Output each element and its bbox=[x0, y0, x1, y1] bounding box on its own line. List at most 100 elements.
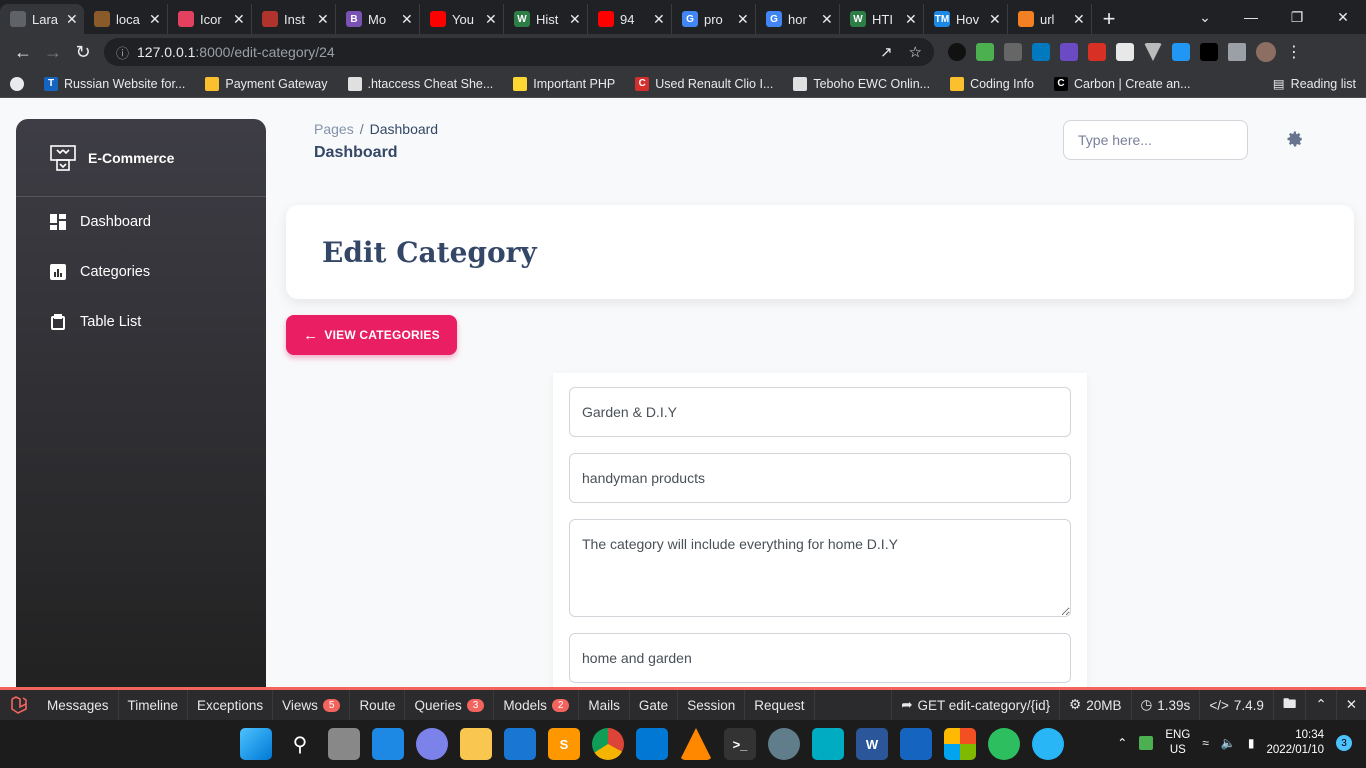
debugbar-route[interactable]: ➦ GET edit-category/{id} bbox=[891, 690, 1059, 720]
browser-tab[interactable]: Gpro ✕ bbox=[672, 4, 756, 34]
apps-icon[interactable] bbox=[10, 76, 24, 91]
vscode-icon[interactable] bbox=[636, 728, 668, 760]
fi-extension-icon[interactable] bbox=[1172, 43, 1190, 61]
debugbar-tab[interactable]: Request bbox=[745, 690, 815, 720]
word-icon[interactable]: W bbox=[856, 728, 888, 760]
tab-close-icon[interactable]: ✕ bbox=[233, 11, 245, 28]
clock[interactable]: 10:34 2022/01/10 bbox=[1266, 728, 1324, 758]
notification-badge[interactable]: 3 bbox=[1336, 735, 1352, 751]
download-extension-icon[interactable] bbox=[976, 43, 994, 61]
defender-icon[interactable] bbox=[900, 728, 932, 760]
debugbar-tab[interactable]: Gate bbox=[630, 690, 679, 720]
tab-close-icon[interactable]: ✕ bbox=[737, 11, 749, 28]
view-categories-button[interactable]: ← VIEW CATEGORIES bbox=[286, 315, 457, 355]
browser-tab[interactable]: W Hist ✕ bbox=[504, 4, 588, 34]
tab-close-icon[interactable]: ✕ bbox=[905, 11, 917, 28]
volume-icon[interactable]: 🔈 bbox=[1221, 736, 1236, 750]
file-explorer-icon[interactable] bbox=[460, 728, 492, 760]
tab-search-icon[interactable]: ⌄ bbox=[1182, 9, 1228, 26]
recycle-extension-icon[interactable] bbox=[1004, 43, 1022, 61]
breadcrumb-root[interactable]: Pages bbox=[314, 121, 354, 137]
teams-chat-icon[interactable] bbox=[416, 728, 448, 760]
tab-close-icon[interactable]: ✕ bbox=[317, 11, 329, 28]
browser-tab[interactable]: Lara ✕ bbox=[0, 4, 84, 34]
tab-close-icon[interactable]: ✕ bbox=[149, 11, 161, 28]
category-name-field[interactable] bbox=[569, 387, 1071, 437]
sublime-icon[interactable]: S bbox=[548, 728, 580, 760]
task-view-icon[interactable] bbox=[328, 728, 360, 760]
restore-button[interactable]: ❐ bbox=[1274, 9, 1320, 26]
browser-tab[interactable]: You ✕ bbox=[420, 4, 504, 34]
browser-tab[interactable]: W HTI ✕ bbox=[840, 4, 924, 34]
debugbar-tab[interactable]: Mails bbox=[579, 690, 630, 720]
trello-extension-icon[interactable] bbox=[1032, 43, 1050, 61]
mail-icon[interactable] bbox=[504, 728, 536, 760]
language-indicator[interactable]: ENG US bbox=[1165, 728, 1190, 758]
red-extension-icon[interactable] bbox=[1088, 43, 1106, 61]
paint-icon[interactable] bbox=[1032, 728, 1064, 760]
bookmark-item[interactable]: C Used Renault Clio I... bbox=[635, 76, 773, 91]
gear-icon[interactable] bbox=[1286, 130, 1304, 148]
browser-tab[interactable]: url ✕ bbox=[1008, 4, 1092, 34]
site-info-icon[interactable]: ⓘ bbox=[116, 43, 129, 62]
debugbar-memory[interactable]: ⚙ 20MB bbox=[1059, 690, 1130, 720]
browser-tab[interactable]: Inst ✕ bbox=[252, 4, 336, 34]
sidebar-item-categories[interactable]: Categories bbox=[16, 247, 266, 297]
bookmark-star-icon[interactable]: ☆ bbox=[909, 43, 922, 61]
bookmark-item[interactable]: Payment Gateway bbox=[205, 76, 328, 91]
debugbar-time[interactable]: ◷ 1.39s bbox=[1130, 690, 1200, 720]
tab-close-icon[interactable]: ✕ bbox=[653, 11, 665, 28]
debugbar-open-folder[interactable]: 🖿 bbox=[1272, 690, 1306, 720]
reload-button[interactable]: ↻ bbox=[68, 37, 98, 67]
debugbar-tab[interactable]: Route bbox=[350, 690, 406, 720]
bookmark-item[interactable]: Coding Info bbox=[950, 76, 1034, 91]
menu-kebab-icon[interactable]: ⋮ bbox=[1286, 42, 1302, 62]
new-tab-button[interactable]: + bbox=[1092, 4, 1126, 34]
debugbar-tab[interactable]: Views 5 bbox=[273, 690, 351, 720]
evernote-icon[interactable] bbox=[988, 728, 1020, 760]
debugbar-tab[interactable]: Timeline bbox=[119, 690, 189, 720]
category-description-field[interactable]: The category will include everything for… bbox=[569, 519, 1071, 617]
bookmark-item[interactable]: C Carbon | Create an... bbox=[1054, 76, 1191, 91]
extensions-puzzle-icon[interactable] bbox=[1228, 43, 1246, 61]
browser-tab[interactable]: TM Hov ✕ bbox=[924, 4, 1008, 34]
search-input[interactable] bbox=[1063, 120, 1248, 160]
store-icon[interactable] bbox=[944, 728, 976, 760]
bookmark-item[interactable]: .htaccess Cheat She... bbox=[347, 76, 493, 91]
bookmark-item[interactable]: Teboho EWC Onlin... bbox=[793, 76, 930, 91]
category-subtitle-field[interactable] bbox=[569, 453, 1071, 503]
tray-app-icon[interactable] bbox=[1139, 736, 1154, 750]
chrome-icon[interactable] bbox=[592, 728, 624, 760]
tab-close-icon[interactable]: ✕ bbox=[66, 11, 78, 28]
profile-avatar[interactable] bbox=[1256, 42, 1276, 62]
back-button[interactable]: ← bbox=[8, 37, 38, 67]
forward-button[interactable]: → bbox=[38, 37, 68, 67]
settings-icon[interactable] bbox=[768, 728, 800, 760]
start-icon[interactable] bbox=[240, 728, 272, 760]
browser-tab[interactable]: Ghor ✕ bbox=[756, 4, 840, 34]
purple-extension-icon[interactable] bbox=[1060, 43, 1078, 61]
terminal-icon[interactable]: >_ bbox=[724, 728, 756, 760]
tab-close-icon[interactable]: ✕ bbox=[401, 11, 413, 28]
extension-icon[interactable] bbox=[948, 43, 966, 61]
tab-close-icon[interactable]: ✕ bbox=[485, 11, 497, 28]
lock-extension-icon[interactable] bbox=[1200, 43, 1218, 61]
battery-icon[interactable]: ▮ bbox=[1248, 736, 1255, 750]
tab-close-icon[interactable]: ✕ bbox=[989, 11, 1001, 28]
debugbar-tab[interactable]: Messages bbox=[38, 690, 119, 720]
browser-tab[interactable]: 94 ✕ bbox=[588, 4, 672, 34]
arrow-app-icon[interactable] bbox=[812, 728, 844, 760]
debugbar-php[interactable]: </> 7.4.9 bbox=[1199, 690, 1273, 720]
bookmark-item[interactable]: Important PHP bbox=[513, 76, 615, 91]
browser-tab[interactable]: loca ✕ bbox=[84, 4, 168, 34]
chevron-up-icon[interactable]: ⌃ bbox=[1117, 736, 1127, 750]
vue-extension-icon[interactable] bbox=[1144, 43, 1162, 61]
vlc-icon[interactable] bbox=[680, 728, 712, 760]
close-window-button[interactable]: ✕ bbox=[1320, 9, 1366, 26]
debugbar-tab[interactable]: Models 2 bbox=[494, 690, 580, 720]
debugbar-tab[interactable]: Exceptions bbox=[188, 690, 274, 720]
tab-close-icon[interactable]: ✕ bbox=[1073, 11, 1085, 28]
address-bar[interactable]: ⓘ 127.0.0.1:8000/edit-category/24 ↗ ☆ bbox=[104, 38, 934, 66]
debugbar-tab[interactable]: Session bbox=[678, 690, 746, 720]
sidebar-item-dashboard[interactable]: Dashboard bbox=[16, 197, 266, 247]
